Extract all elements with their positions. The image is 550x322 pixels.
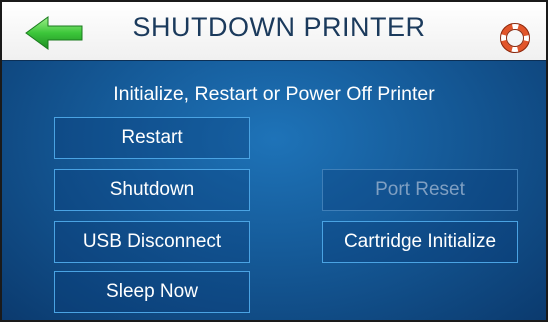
back-arrow-icon[interactable] [24, 15, 84, 51]
printer-screen: SHUTDOWN PRINTER Initialize, Restart or … [0, 0, 548, 322]
page-title: SHUTDOWN PRINTER [132, 12, 426, 42]
restart-button[interactable]: Restart [54, 117, 250, 159]
lifebuoy-help-icon[interactable] [500, 23, 530, 53]
header-bar: SHUTDOWN PRINTER [2, 2, 546, 60]
panel-subtitle: Initialize, Restart or Power Off Printer [113, 83, 435, 105]
sleep-now-button[interactable]: Sleep Now [54, 271, 250, 313]
cartridge-initialize-button[interactable]: Cartridge Initialize [322, 221, 518, 263]
port-reset-button: Port Reset [322, 169, 518, 211]
shutdown-panel: Initialize, Restart or Power Off Printer… [2, 60, 546, 320]
shutdown-button[interactable]: Shutdown [54, 169, 250, 211]
usb-disconnect-button[interactable]: USB Disconnect [54, 221, 250, 263]
